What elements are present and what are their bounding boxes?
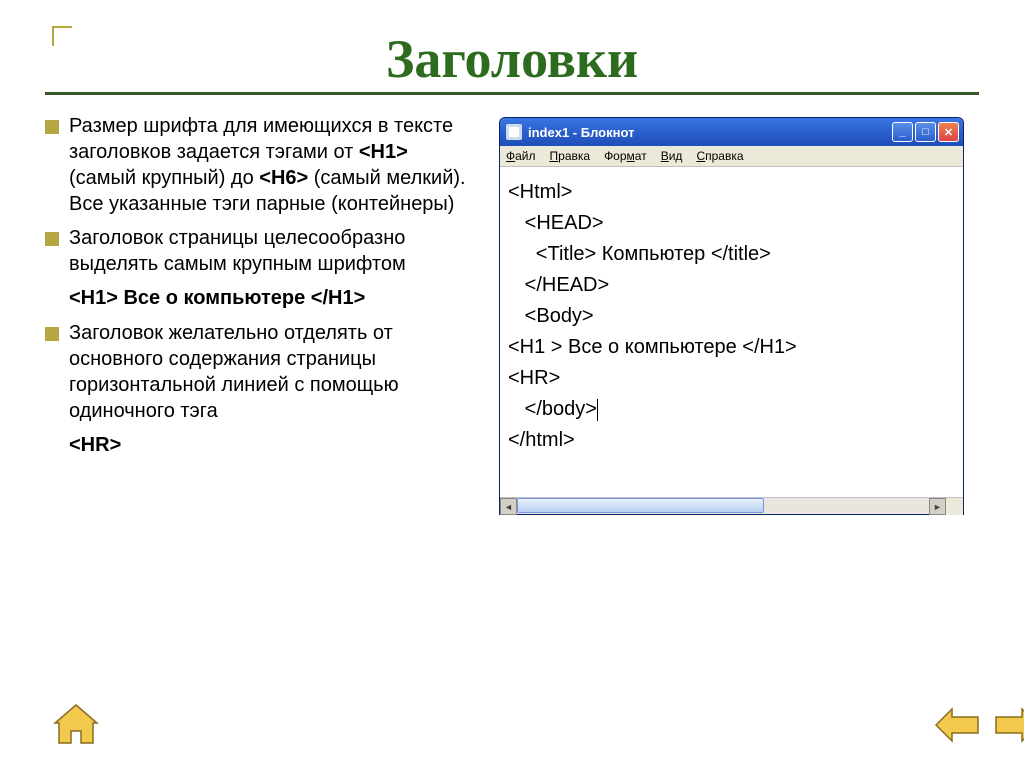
notepad-window: index1 - Блокнот _ □ ✕ Файл Правка Форма… xyxy=(499,117,964,515)
bullet-icon xyxy=(45,232,59,246)
minimize-button[interactable]: _ xyxy=(892,122,913,142)
list-item: Заголовок желательно отделять от основно… xyxy=(45,320,475,424)
code-example: <H1> Все о компьютере </H1> xyxy=(69,285,475,312)
arrow-right-icon xyxy=(992,705,1024,745)
menu-format[interactable]: Формат xyxy=(604,149,647,163)
scroll-track[interactable] xyxy=(517,498,929,514)
code-line: <Html> xyxy=(508,177,955,208)
bullet-text: Заголовок страницы целесообразно выделят… xyxy=(69,225,475,277)
text-fragment: </body> xyxy=(508,398,597,420)
menu-bar: Файл Правка Формат Вид Справка xyxy=(500,146,963,167)
menu-view[interactable]: Вид xyxy=(661,149,683,163)
notepad-screenshot: index1 - Блокнот _ □ ✕ Файл Правка Форма… xyxy=(499,113,969,515)
list-item: Размер шрифта для имеющихся в тексте заг… xyxy=(45,113,475,217)
text-cursor xyxy=(597,399,598,421)
prev-button[interactable] xyxy=(932,702,984,748)
home-button[interactable] xyxy=(50,702,102,748)
code-line: </body> xyxy=(508,394,955,425)
menu-help[interactable]: Справка xyxy=(696,149,743,163)
code-line: <HR> xyxy=(508,363,955,394)
content-row: Размер шрифта для имеющихся в тексте заг… xyxy=(45,113,979,515)
close-button[interactable]: ✕ xyxy=(938,122,959,142)
next-button[interactable] xyxy=(990,702,1024,748)
maximize-button[interactable]: □ xyxy=(915,122,936,142)
text-area[interactable]: <Html> <HEAD> <Title> Компьютер </title>… xyxy=(500,167,963,497)
scroll-right-button[interactable]: ► xyxy=(929,498,946,515)
code-line: <Body> xyxy=(508,301,955,332)
scroll-left-button[interactable]: ◄ xyxy=(500,498,517,515)
slide-title: Заголовки xyxy=(45,28,979,90)
tag-h6: <H6> xyxy=(259,167,308,189)
slide-nav xyxy=(50,702,1024,748)
decorative-corner xyxy=(52,26,72,46)
list-item: Заголовок страницы целесообразно выделят… xyxy=(45,225,475,277)
horizontal-scrollbar[interactable]: ◄ ► xyxy=(500,497,963,514)
bullet-text: Размер шрифта для имеющихся в тексте заг… xyxy=(69,113,475,217)
notepad-icon xyxy=(506,124,522,140)
text-fragment: (самый крупный) до xyxy=(69,167,259,189)
code-line: <HEAD> xyxy=(508,208,955,239)
house-icon xyxy=(51,703,101,747)
hr-example: <HR> xyxy=(69,434,121,456)
resize-grip[interactable] xyxy=(946,498,963,515)
bullet-icon xyxy=(45,327,59,341)
h1-example: <H1> Все о компьютере </H1> xyxy=(69,287,365,309)
code-line: </html> xyxy=(508,425,955,456)
scroll-thumb[interactable] xyxy=(517,498,764,513)
bullet-text: Заголовок желательно отделять от основно… xyxy=(69,320,475,424)
arrow-left-icon xyxy=(934,705,982,745)
bullet-list: Размер шрифта для имеющихся в тексте заг… xyxy=(45,113,475,515)
menu-edit[interactable]: Правка xyxy=(550,149,591,163)
slide: Заголовки Размер шрифта для имеющихся в … xyxy=(0,0,1024,768)
title-area: Заголовки xyxy=(45,20,979,95)
code-line: </HEAD> xyxy=(508,270,955,301)
bullet-icon xyxy=(45,120,59,134)
window-title: index1 - Блокнот xyxy=(528,125,634,140)
window-controls: _ □ ✕ xyxy=(892,122,959,142)
code-line: <Title> Компьютер </title> xyxy=(508,239,955,270)
tag-h1: <H1> xyxy=(359,141,408,163)
code-example: <HR> xyxy=(69,432,475,459)
code-line: <H1 > Все о компьютере </H1> xyxy=(508,332,955,363)
menu-file[interactable]: Файл xyxy=(506,149,536,163)
window-titlebar[interactable]: index1 - Блокнот _ □ ✕ xyxy=(500,118,963,146)
